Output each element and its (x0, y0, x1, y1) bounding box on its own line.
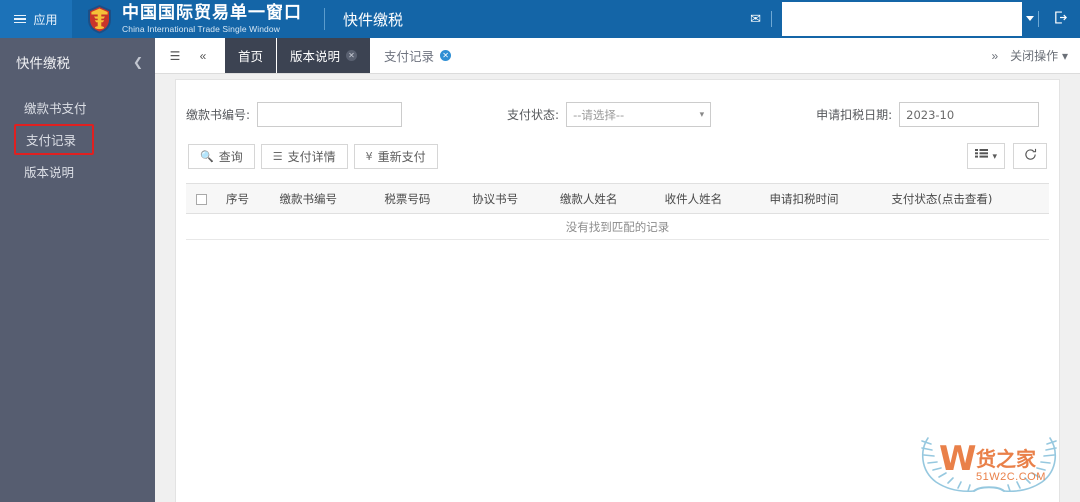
sidebar-item-release-notes[interactable]: 版本说明 (0, 156, 155, 187)
payment-doc-no-input[interactable] (257, 102, 403, 127)
hamburger-icon (14, 14, 27, 24)
close-operations-dropdown[interactable]: 关闭操作 ▾ (1010, 47, 1068, 64)
content-area: 缴款书编号: 支付状态: --请选择-- ▾ 申请扣税日期: 🔍 查询 (155, 74, 1080, 502)
caret-down-icon: ▾ (1061, 49, 1068, 63)
double-chevron-left-icon[interactable]: « (189, 38, 217, 73)
tab-home[interactable]: 首页 (225, 38, 278, 73)
tab-label: 支付记录 (384, 49, 435, 64)
refresh-button[interactable] (1013, 143, 1047, 169)
sidebar-item-label: 版本说明 (24, 165, 75, 180)
sidebar-header: 快件缴税 ❮ (0, 38, 155, 82)
module-title: 快件缴税 (343, 10, 404, 29)
payment-doc-no-label: 缴款书编号: (186, 108, 251, 122)
col-payer-name[interactable]: 缴款人姓名 (547, 183, 653, 214)
sidebar-item-payment-doc[interactable]: 缴款书支付 (0, 92, 155, 123)
sidebar: 快件缴税 ❮ 缴款书支付 支付记录 版本说明 (0, 38, 155, 502)
column-chooser-button[interactable]: ▾ (967, 143, 1005, 169)
header-divider (324, 8, 325, 30)
logout-icon[interactable] (1039, 10, 1080, 28)
col-tax-deduct-time[interactable]: 申请扣税时间 (757, 183, 880, 214)
col-payment-doc-no[interactable]: 缴款书编号 (267, 183, 373, 214)
table-tools-group: ▾ (967, 143, 1047, 169)
checkbox-icon[interactable] (196, 193, 207, 205)
tab-label: 首页 (238, 49, 264, 64)
circle-close-icon[interactable]: ✕ (346, 50, 358, 61)
search-form: 缴款书编号: 支付状态: --请选择-- ▾ 申请扣税日期: (176, 80, 1059, 127)
payment-status-select[interactable]: --请选择-- ▾ (566, 102, 712, 127)
col-recipient-name[interactable]: 收件人姓名 (652, 183, 758, 214)
table-header-row: 序号 缴款书编号 税票号码 协议书号 缴款人姓名 收件人姓名 申请扣税时间 支付… (186, 183, 1049, 214)
caret-down-icon: ▾ (992, 150, 997, 161)
sidebar-item-label: 支付记录 (26, 133, 77, 148)
tax-deduct-date-label: 申请扣税日期: (816, 108, 893, 122)
refresh-icon (1024, 148, 1037, 164)
tab-release-notes[interactable]: 版本说明 ✕ (277, 38, 372, 73)
apps-button[interactable]: 应用 (0, 0, 72, 38)
payment-records-table-wrap: 序号 缴款书编号 税票号码 协议书号 缴款人姓名 收件人姓名 申请扣税时间 支付… (176, 169, 1059, 240)
payment-records-panel: 缴款书编号: 支付状态: --请选择-- ▾ 申请扣税日期: 🔍 查询 (175, 79, 1060, 502)
double-chevron-right-icon[interactable]: » (991, 49, 998, 63)
query-button[interactable]: 🔍 查询 (188, 143, 255, 169)
china-customs-emblem (86, 4, 113, 34)
search-icon: 🔍 (200, 149, 214, 163)
tab-bar-right-group: » 关闭操作 ▾ (991, 38, 1080, 73)
field-payment-status: 支付状态: --请选择-- ▾ (507, 102, 712, 127)
tab-payment-records[interactable]: 支付记录 ✕ (371, 38, 466, 73)
header-separator-1 (771, 11, 772, 27)
table-select-all-cell (186, 183, 214, 214)
field-tax-deduct-date: 申请扣税日期: (816, 102, 1040, 127)
action-button-row: 🔍 查询 ☰ 支付详情 ¥ 重新支付 ▾ (176, 127, 1059, 169)
sidebar-item-payment-records[interactable]: 支付记录 (14, 124, 94, 155)
col-seq[interactable]: 序号 (214, 183, 268, 214)
query-button-label: 查询 (218, 149, 243, 164)
close-operations-label: 关闭操作 (1010, 49, 1059, 63)
payment-status-value: --请选择-- (573, 107, 625, 122)
payment-records-table: 序号 缴款书编号 税票号码 协议书号 缴款人姓名 收件人姓名 申请扣税时间 支付… (186, 183, 1049, 240)
envelope-icon[interactable]: ✉ (740, 11, 771, 27)
apps-label: 应用 (33, 12, 58, 27)
list-menu-icon[interactable]: ☰ (161, 38, 189, 73)
chevron-down-icon (1026, 16, 1034, 21)
sidebar-title: 快件缴税 (16, 56, 70, 72)
repay-button[interactable]: ¥ 重新支付 (353, 143, 438, 169)
col-payment-status[interactable]: 支付状态(点击查看) (879, 183, 1049, 214)
brand-title-en: China International Trade Single Window (122, 23, 280, 34)
header-right-group: ✉ (740, 0, 1080, 38)
yuan-icon: ¥ (365, 149, 373, 163)
table-empty-row: 没有找到匹配的记录 (186, 213, 1049, 240)
payment-detail-button-label: 支付详情 (287, 149, 336, 164)
table-empty-text: 没有找到匹配的记录 (186, 213, 1049, 240)
repay-button-label: 重新支付 (377, 149, 426, 164)
table-head: 序号 缴款书编号 税票号码 协议书号 缴款人姓名 收件人姓名 申请扣税时间 支付… (186, 183, 1049, 214)
brand-text: 中国国际贸易单一窗口 China International Trade Sin… (122, 2, 302, 34)
tab-label: 版本说明 (290, 49, 341, 64)
user-account-field[interactable] (782, 2, 1034, 36)
tax-deduct-date-input[interactable] (899, 102, 1040, 127)
tab-bar: ☰ « 首页 版本说明 ✕ 支付记录 ✕ » 关闭操作 ▾ (155, 38, 1080, 74)
list-icon: ☰ (272, 149, 283, 163)
chevron-down-icon: ▾ (699, 109, 705, 120)
chevron-left-icon[interactable]: ❮ (133, 55, 143, 69)
col-tax-bill-no[interactable]: 税票号码 (372, 183, 461, 214)
sidebar-item-label: 缴款书支付 (24, 101, 87, 116)
circle-close-icon[interactable]: ✕ (440, 50, 452, 61)
field-payment-doc-no: 缴款书编号: (186, 102, 403, 127)
top-header: 应用 中国国际贸易单一窗口 China International Trade … (0, 0, 1080, 38)
payment-detail-button[interactable]: ☰ 支付详情 (260, 143, 348, 169)
table-body: 没有找到匹配的记录 (186, 213, 1049, 240)
brand-block: 中国国际贸易单一窗口 China International Trade Sin… (86, 4, 302, 34)
payment-status-label: 支付状态: (507, 108, 560, 122)
brand-title-cn: 中国国际贸易单一窗口 (122, 2, 302, 23)
col-agreement-no[interactable]: 协议书号 (460, 183, 548, 214)
columns-list-icon (975, 149, 989, 163)
